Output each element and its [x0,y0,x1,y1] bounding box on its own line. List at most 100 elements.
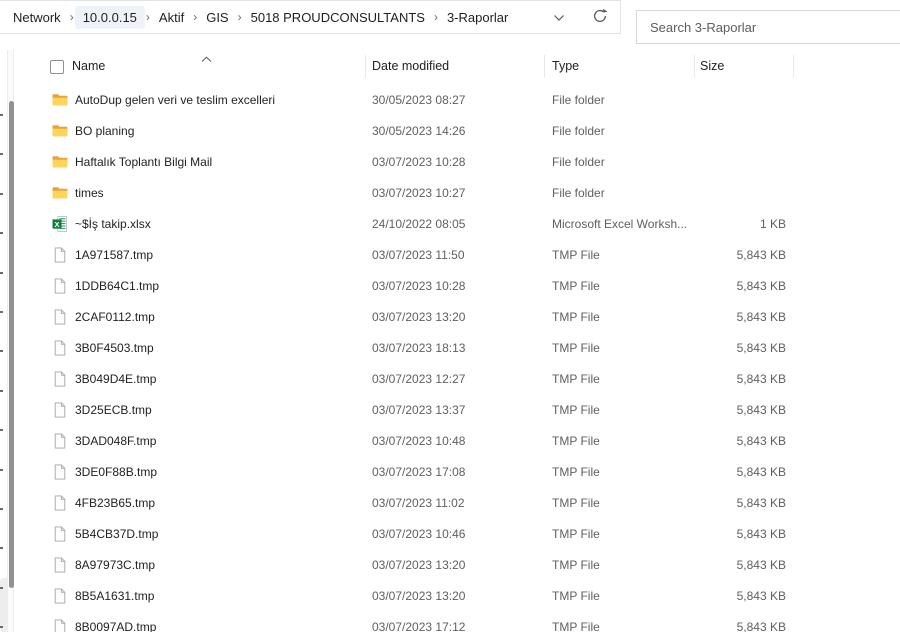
file-row[interactable]: X Haftalık Toplantı Bilgi Mail 03/07/202… [0,147,900,178]
file-date-modified: 24/10/2022 08:05 [372,217,466,231]
file-row[interactable]: X 5B4CB37D.tmp 03/07/2023 10:46 TMP File… [0,519,900,550]
folder-icon: X [52,185,68,201]
file-icon: X [52,278,68,294]
file-type: TMP File [552,465,600,479]
file-type: File folder [552,124,605,138]
breadcrumb-item[interactable]: Aktif [151,6,192,29]
file-date-modified: 03/07/2023 10:27 [372,186,466,200]
column-header-size[interactable]: Size [700,50,724,82]
file-type: TMP File [552,403,600,417]
file-type: TMP File [552,589,600,603]
file-row[interactable]: X 1A971587.tmp 03/07/2023 11:50 TMP File… [0,240,900,271]
file-icon: X [52,402,68,418]
breadcrumb-separator: › [69,10,74,24]
file-type: TMP File [552,341,600,355]
file-name: 8B5A1631.tmp [75,589,155,603]
file-row[interactable]: X 8A97973C.tmp 03/07/2023 13:20 TMP File… [0,550,900,581]
file-row[interactable]: X 2CAF0112.tmp 03/07/2023 13:20 TMP File… [0,302,900,333]
file-row[interactable]: X 3DE0F88B.tmp 03/07/2023 17:08 TMP File… [0,457,900,488]
breadcrumb-item[interactable]: 5018 PROUDCONSULTANTS [243,6,433,29]
file-date-modified: 30/05/2023 14:26 [372,124,466,138]
file-row[interactable]: X times 03/07/2023 10:27 File folder [0,178,900,209]
file-name: Haftalık Toplantı Bilgi Mail [75,155,213,169]
file-type: File folder [552,93,605,107]
column-separator[interactable] [694,55,695,78]
column-separator[interactable] [544,55,545,78]
file-type: TMP File [552,372,600,386]
file-name: AutoDup gelen veri ve teslim excelleri [75,93,276,107]
column-header-date-modified[interactable]: Date modified [372,50,449,82]
file-date-modified: 03/07/2023 13:20 [372,589,466,603]
select-all-checkbox[interactable] [50,60,64,74]
file-size: 5,843 KB [736,558,786,572]
address-dropdown-button[interactable] [545,3,573,33]
file-size: 5,843 KB [736,527,786,541]
svg-text:X: X [54,220,59,229]
file-date-modified: 03/07/2023 10:48 [372,434,466,448]
file-date-modified: 03/07/2023 17:12 [372,620,466,632]
file-size: 5,843 KB [736,620,786,632]
file-type: TMP File [552,527,600,541]
search-input[interactable] [637,11,900,43]
file-name: 3DE0F88B.tmp [75,465,158,479]
file-name: 3D25ECB.tmp [75,403,152,417]
column-header-type[interactable]: Type [552,50,579,82]
breadcrumb-item[interactable]: Network [5,6,69,29]
file-name: 2CAF0112.tmp [75,310,155,324]
file-row[interactable]: X 4FB23B65.tmp 03/07/2023 11:02 TMP File… [0,488,900,519]
file-row[interactable]: X 3B0F4503.tmp 03/07/2023 18:13 TMP File… [0,333,900,364]
file-row[interactable]: X 8B5A1631.tmp 03/07/2023 13:20 TMP File… [0,581,900,612]
file-name: 1DDB64C1.tmp [75,279,160,293]
chevron-down-icon [553,9,565,27]
file-date-modified: 03/07/2023 13:20 [372,558,466,572]
file-icon: X [52,433,68,449]
file-row[interactable]: X 8B0097AD.tmp 03/07/2023 17:12 TMP File… [0,612,900,632]
column-header-name[interactable]: Name [72,50,105,82]
refresh-button[interactable] [586,3,614,33]
file-name: 1A971587.tmp [75,248,154,262]
file-size: 5,843 KB [736,310,786,324]
file-row[interactable]: X 1DDB64C1.tmp 03/07/2023 10:28 TMP File… [0,271,900,302]
column-separator[interactable] [793,55,794,78]
file-type: TMP File [552,248,600,262]
file-size: 5,843 KB [736,496,786,510]
breadcrumb-item[interactable]: 3-Raporlar [439,6,516,29]
file-row[interactable]: X 3B049D4E.tmp 03/07/2023 12:27 TMP File… [0,364,900,395]
breadcrumb-item[interactable]: 10.0.0.15 [74,5,145,29]
file-icon: X [52,557,68,573]
file-name: 5B4CB37D.tmp [75,527,159,541]
file-row[interactable]: X 3D25ECB.tmp 03/07/2023 13:37 TMP File … [0,395,900,426]
folder-icon: X [52,154,68,170]
file-type: TMP File [552,558,600,572]
column-separator[interactable] [365,55,366,78]
file-row[interactable]: X AutoDup gelen veri ve teslim excelleri… [0,85,900,116]
file-type: File folder [552,155,605,169]
file-date-modified: 30/05/2023 08:27 [372,93,466,107]
file-type: File folder [552,186,605,200]
file-date-modified: 03/07/2023 11:50 [372,248,465,262]
file-icon: X [52,371,68,387]
file-explorer-window: { "address_bar": { "separator": "›", "br… [0,0,900,632]
file-size: 5,843 KB [736,465,786,479]
file-date-modified: 03/07/2023 13:20 [372,310,466,324]
file-size: 5,843 KB [736,248,786,262]
file-name: 8A97973C.tmp [75,558,156,572]
breadcrumb-item[interactable]: GIS [198,6,236,29]
sort-ascending-icon [201,52,212,66]
file-name: BO planing [75,124,135,138]
file-date-modified: 03/07/2023 10:46 [372,527,466,541]
file-date-modified: 03/07/2023 13:37 [372,403,466,417]
list-header: Name Date modified Type Size [0,50,900,84]
file-name: 4FB23B65.tmp [75,496,156,510]
file-row[interactable]: X ~$İş takip.xlsx 24/10/2022 08:05 Micro… [0,209,900,240]
file-icon: X [52,309,68,325]
file-icon: X [52,495,68,511]
file-icon: X [52,588,68,604]
file-row[interactable]: X 3DAD048F.tmp 03/07/2023 10:48 TMP File… [0,426,900,457]
address-bar[interactable]: Network › 10.0.0.15 › Aktif › GIS › 5018… [0,0,621,34]
file-size: 5,843 KB [736,279,786,293]
file-type: TMP File [552,279,600,293]
file-icon: X [52,526,68,542]
file-row[interactable]: X BO planing 30/05/2023 14:26 File folde… [0,116,900,147]
file-name: ~$İş takip.xlsx [75,217,151,231]
